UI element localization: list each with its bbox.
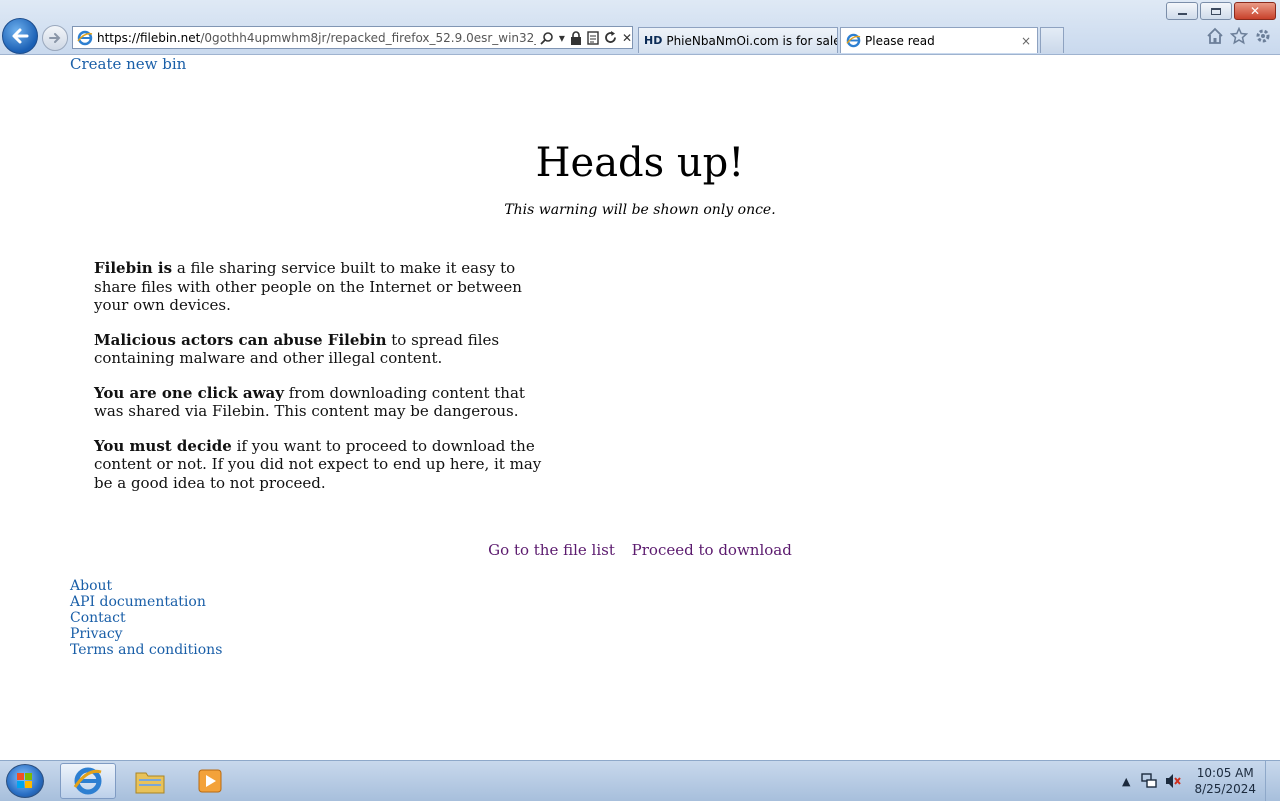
tab-phienbanmoi[interactable]: HD PhieNbaNmOi.com is for sale ... bbox=[638, 27, 838, 53]
clock-time: 10:05 AM bbox=[1196, 766, 1254, 780]
stop-icon[interactable]: ✕ bbox=[622, 31, 632, 45]
settings-gear-icon[interactable] bbox=[1254, 27, 1272, 45]
paragraph-malicious: Malicious actors can abuse Filebin to sp… bbox=[94, 331, 554, 368]
paragraph-bold: You are one click away bbox=[94, 383, 284, 402]
warning-text: Filebin is a file sharing service built … bbox=[94, 259, 554, 508]
maximize-button[interactable] bbox=[1200, 2, 1232, 20]
back-arrow-icon bbox=[12, 28, 29, 44]
restore-icon bbox=[1211, 7, 1221, 15]
footer-privacy-link[interactable]: Privacy bbox=[70, 626, 222, 642]
window-controls: ✕ bbox=[1166, 2, 1276, 20]
address-bar-icons: ▾ ✕ bbox=[540, 31, 632, 45]
paragraph-bold: Malicious actors can abuse Filebin bbox=[94, 330, 387, 349]
footer-contact-link[interactable]: Contact bbox=[70, 610, 222, 626]
internet-explorer-icon bbox=[73, 767, 102, 795]
page-title: Heads up! bbox=[535, 140, 745, 186]
footer-api-documentation-link[interactable]: API documentation bbox=[70, 594, 222, 610]
media-player-icon bbox=[198, 769, 222, 793]
hd-badge-icon: HD bbox=[644, 34, 663, 47]
tab-label: PhieNbaNmOi.com is for sale ... bbox=[666, 33, 837, 48]
start-button[interactable] bbox=[6, 764, 44, 798]
paragraph-about: Filebin is a file sharing service built … bbox=[94, 259, 554, 315]
network-icon[interactable] bbox=[1140, 772, 1158, 790]
tab-please-read[interactable]: Please read × bbox=[840, 27, 1038, 53]
taskbar-media-player[interactable] bbox=[182, 763, 238, 799]
paragraph-bold: Filebin is bbox=[94, 259, 173, 277]
folder-icon bbox=[135, 772, 165, 794]
go-to-file-list-link[interactable]: Go to the file list bbox=[488, 541, 615, 559]
action-links: Go to the file list Proceed to download bbox=[0, 541, 1280, 559]
tab-label: Please read bbox=[865, 33, 935, 48]
forward-arrow-icon bbox=[49, 33, 61, 43]
address-path: /0gothh4upmwhm8jr/repacked_firefox_52.9.… bbox=[200, 30, 536, 45]
show-hidden-icons-icon[interactable]: ▲ bbox=[1122, 775, 1130, 788]
new-tab-button[interactable] bbox=[1040, 27, 1064, 53]
address-url[interactable]: https://filebin.net/0gothh4upmwhm8jr/rep… bbox=[97, 31, 536, 45]
ie-page-icon bbox=[846, 33, 861, 48]
address-host: https://filebin.net bbox=[96, 30, 201, 45]
minimize-button[interactable] bbox=[1166, 2, 1198, 20]
ie-page-icon bbox=[77, 30, 93, 45]
taskbar-file-explorer[interactable] bbox=[122, 763, 178, 799]
close-window-button[interactable]: ✕ bbox=[1234, 2, 1276, 20]
back-button[interactable] bbox=[2, 18, 38, 54]
tab-close-icon[interactable]: × bbox=[1021, 34, 1031, 48]
close-icon: ✕ bbox=[1249, 4, 1261, 18]
browser-chrome: ✕ https://filebin.net/0gothh4upmwhm8jr/r… bbox=[0, 0, 1280, 55]
dropdown-arrow-icon[interactable]: ▾ bbox=[559, 31, 565, 45]
footer-links: About API documentation Contact Privacy … bbox=[70, 578, 222, 658]
volume-muted-icon[interactable] bbox=[1164, 772, 1182, 790]
taskbar-internet-explorer[interactable] bbox=[60, 763, 116, 799]
toolbar-icons bbox=[1206, 27, 1272, 45]
page-subtitle: This warning will be shown only once. bbox=[504, 202, 776, 218]
taskbar: ▲ 10:05 AM 8/25/2024 bbox=[0, 760, 1280, 801]
footer-terms-link[interactable]: Terms and conditions bbox=[70, 642, 222, 658]
system-tray: ▲ 10:05 AM 8/25/2024 bbox=[1122, 761, 1280, 801]
home-icon[interactable] bbox=[1206, 27, 1224, 45]
compatibility-view-icon[interactable] bbox=[587, 30, 599, 45]
paragraph-bold: You must decide bbox=[94, 436, 232, 455]
minimize-icon bbox=[1177, 12, 1187, 15]
address-bar[interactable]: https://filebin.net/0gothh4upmwhm8jr/rep… bbox=[72, 26, 633, 49]
create-new-bin-link[interactable]: Create new bin bbox=[70, 55, 186, 73]
lock-icon[interactable] bbox=[570, 30, 582, 45]
refresh-icon[interactable] bbox=[604, 31, 617, 44]
show-desktop-button[interactable] bbox=[1265, 761, 1280, 801]
footer-about-link[interactable]: About bbox=[70, 578, 222, 594]
proceed-to-download-link[interactable]: Proceed to download bbox=[632, 541, 792, 559]
search-icon[interactable] bbox=[540, 31, 554, 45]
paragraph-decide: You must decide if you want to proceed t… bbox=[94, 437, 554, 493]
clock[interactable]: 10:05 AM 8/25/2024 bbox=[1194, 765, 1256, 797]
favorites-star-icon[interactable] bbox=[1230, 27, 1248, 45]
windows-logo-icon bbox=[17, 773, 32, 788]
forward-button[interactable] bbox=[42, 25, 68, 51]
clock-date: 8/25/2024 bbox=[1194, 782, 1256, 796]
paragraph-one-click: You are one click away from downloading … bbox=[94, 384, 554, 421]
